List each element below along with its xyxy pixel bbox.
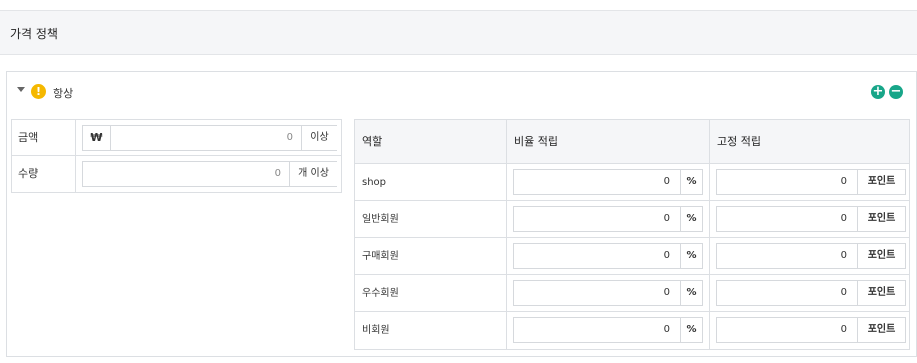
table-row: shop 0% 0 포인트 bbox=[355, 164, 909, 201]
remove-policy-button[interactable]: − bbox=[889, 85, 903, 99]
reward-table-header: 역할 비율 적립 고정 적립 bbox=[355, 120, 909, 164]
point-unit: 포인트 bbox=[857, 207, 905, 231]
policy-panel-header: ! 항상 + − bbox=[7, 72, 916, 112]
percent-unit: % bbox=[680, 207, 702, 231]
ratio-cell: 0% bbox=[507, 312, 710, 349]
condition-row-amount: 금액 ₩ 0 이상 bbox=[12, 120, 341, 156]
role-name: 일반회원 bbox=[355, 201, 507, 238]
fixed-cell: 0 포인트 bbox=[710, 164, 911, 201]
role-name: shop bbox=[355, 164, 507, 201]
ratio-input[interactable]: 0 bbox=[514, 318, 680, 342]
ratio-cell: 0% bbox=[507, 201, 710, 238]
fixed-input-group: 0 포인트 bbox=[716, 280, 906, 306]
column-header-role: 역할 bbox=[355, 120, 507, 164]
table-row: 일반회원 0% 0 포인트 bbox=[355, 201, 909, 238]
caret-down-icon[interactable] bbox=[17, 87, 25, 92]
role-name: 비회원 bbox=[355, 312, 507, 349]
ratio-input[interactable]: 0 bbox=[514, 170, 680, 194]
ratio-input-group: 0% bbox=[513, 243, 703, 269]
column-header-ratio: 비율 적립 bbox=[507, 120, 710, 164]
ratio-input[interactable]: 0 bbox=[514, 281, 680, 305]
fixed-input-group: 0 포인트 bbox=[716, 169, 906, 195]
fixed-input[interactable]: 0 bbox=[717, 318, 857, 342]
fixed-cell: 0 포인트 bbox=[710, 238, 911, 275]
table-row: 우수회원 0% 0 포인트 bbox=[355, 275, 909, 312]
fixed-input-group: 0 포인트 bbox=[716, 206, 906, 232]
ratio-input-group: 0% bbox=[513, 206, 703, 232]
condition-table: 금액 ₩ 0 이상 수량 0 개 이상 bbox=[11, 119, 342, 193]
amount-label: 금액 bbox=[12, 120, 76, 156]
fixed-cell: 0 포인트 bbox=[710, 201, 911, 238]
point-unit: 포인트 bbox=[857, 281, 905, 305]
table-row: 비회원 0% 0 포인트 bbox=[355, 312, 909, 349]
amount-input-group: ₩ 0 이상 bbox=[82, 125, 337, 151]
reward-table: 역할 비율 적립 고정 적립 shop 0% 0 포인트 일반회원 0% 0 포인트 구매회원 0… bbox=[354, 119, 910, 350]
ratio-cell: 0% bbox=[507, 164, 710, 201]
percent-unit: % bbox=[680, 281, 702, 305]
warning-icon: ! bbox=[31, 84, 46, 99]
point-unit: 포인트 bbox=[857, 170, 905, 194]
ratio-input-group: 0% bbox=[513, 280, 703, 306]
ratio-input[interactable]: 0 bbox=[514, 244, 680, 268]
ratio-input-group: 0% bbox=[513, 169, 703, 195]
fixed-cell: 0 포인트 bbox=[710, 312, 911, 349]
section-title: 가격 정책 bbox=[10, 27, 58, 41]
point-unit: 포인트 bbox=[857, 244, 905, 268]
point-unit: 포인트 bbox=[857, 318, 905, 342]
percent-unit: % bbox=[680, 318, 702, 342]
fixed-cell: 0 포인트 bbox=[710, 275, 911, 312]
fixed-input[interactable]: 0 bbox=[717, 244, 857, 268]
quantity-label: 수량 bbox=[12, 156, 76, 192]
percent-unit: % bbox=[680, 244, 702, 268]
quantity-input-group: 0 개 이상 bbox=[82, 161, 337, 187]
fixed-input[interactable]: 0 bbox=[717, 207, 857, 231]
column-header-fixed: 고정 적립 bbox=[717, 135, 761, 148]
fixed-input[interactable]: 0 bbox=[717, 170, 857, 194]
ratio-cell: 0% bbox=[507, 238, 710, 275]
add-policy-button[interactable]: + bbox=[871, 85, 885, 99]
ratio-input[interactable]: 0 bbox=[514, 207, 680, 231]
amount-input[interactable]: 0 bbox=[111, 126, 301, 150]
ratio-input-group: 0% bbox=[513, 317, 703, 343]
quantity-input[interactable]: 0 bbox=[83, 162, 289, 186]
role-name: 구매회원 bbox=[355, 238, 507, 275]
amount-suffix: 이상 bbox=[301, 126, 337, 150]
fixed-input-group: 0 포인트 bbox=[716, 317, 906, 343]
fixed-input[interactable]: 0 bbox=[717, 281, 857, 305]
fixed-input-group: 0 포인트 bbox=[716, 243, 906, 269]
condition-row-quantity: 수량 0 개 이상 bbox=[12, 156, 341, 192]
section-header: 가격 정책 bbox=[0, 10, 917, 55]
won-currency-icon: ₩ bbox=[83, 126, 111, 150]
table-row: 구매회원 0% 0 포인트 bbox=[355, 238, 909, 275]
percent-unit: % bbox=[680, 170, 702, 194]
policy-panel: ! 항상 + − 금액 ₩ 0 이상 수량 0 개 이상 역할 비율 적립 고정… bbox=[6, 71, 917, 357]
policy-title: 항상 bbox=[53, 87, 74, 100]
role-name: 우수회원 bbox=[355, 275, 507, 312]
quantity-suffix: 개 이상 bbox=[289, 162, 337, 186]
ratio-cell: 0% bbox=[507, 275, 710, 312]
